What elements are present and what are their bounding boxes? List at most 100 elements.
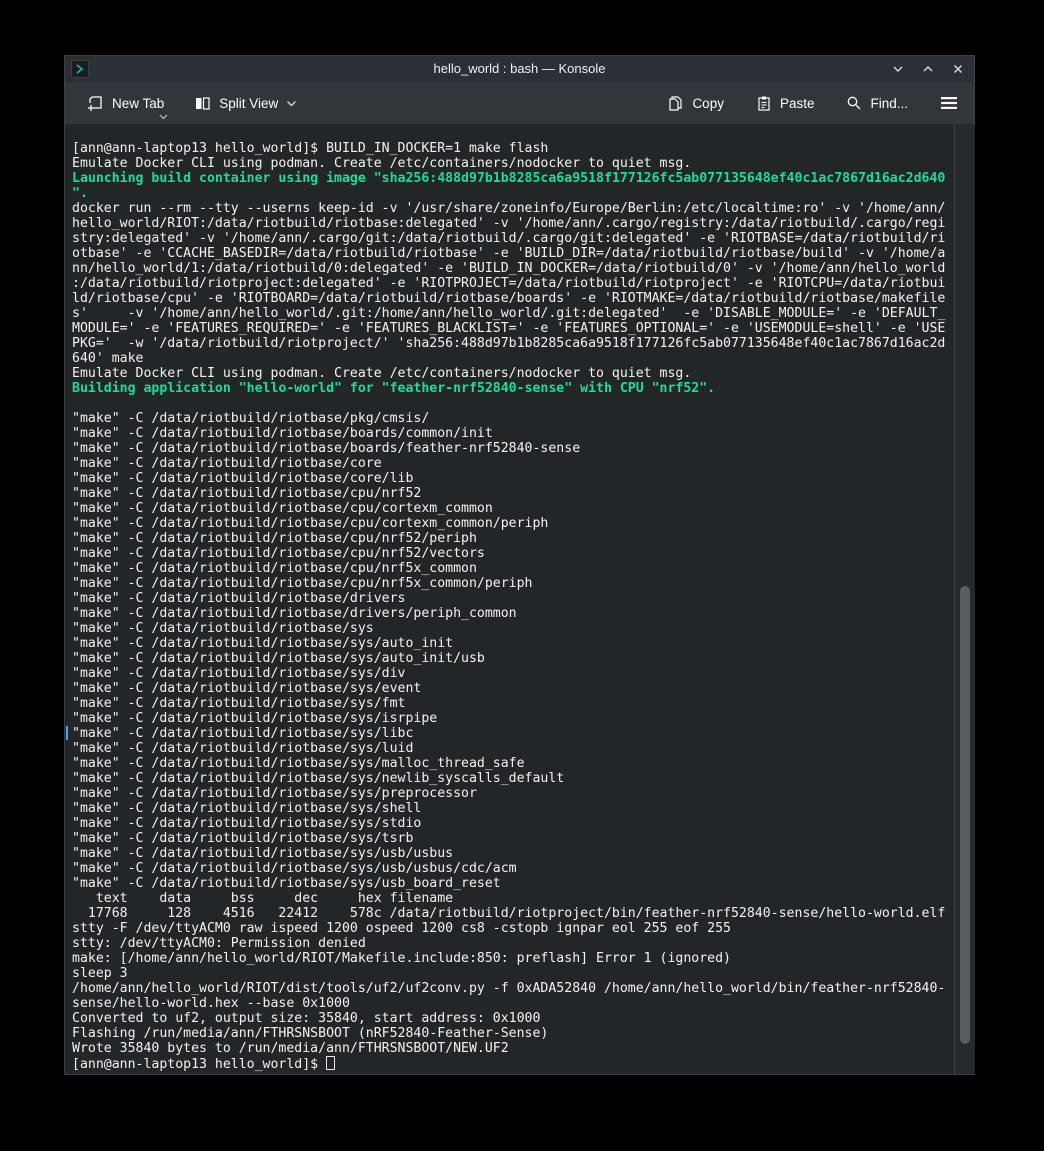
window-controls [890,56,966,82]
terminal-line: "make" -C /data/riotbuild/riotbase/cpu/c… [72,501,954,516]
terminal-line: "make" -C /data/riotbuild/riotbase/sys/t… [72,831,954,846]
terminal-line: "make" -C /data/riotbuild/riotbase/sys/d… [72,666,954,681]
terminal-line: "make" -C /data/riotbuild/riotbase/sys/s… [72,816,954,831]
find-label: Find... [870,96,908,111]
copy-icon [668,95,684,112]
terminal-line: [ann@ann-laptop13 hello_world]$ BUILD_IN… [72,141,954,156]
toolbar-left-group: New Tab Split View [81,89,303,118]
window-title: hello_world : bash — Konsole [65,56,974,82]
toolbar: New Tab Split View [65,82,974,125]
terminal-line: 17768 128 4516 22412 578c /data/riotbuil… [72,906,954,921]
toolbar-right-group: Copy Paste Find... [662,89,964,118]
terminal-line: "make" -C /data/riotbuild/riotbase/sys [72,621,954,636]
konsole-window: hello_world : bash — Konsole [64,55,975,1075]
terminal-line: "make" -C /data/riotbuild/riotbase/cpu/n… [72,546,954,561]
terminal-line: 640' make [72,351,954,366]
terminal-line: /home/ann/hello_world/RIOT/dist/tools/uf… [72,981,954,996]
terminal-line: stty -F /dev/ttyACM0 raw ispeed 1200 osp… [72,921,954,936]
terminal-line: "make" -C /data/riotbuild/riotbase/core/… [72,471,954,486]
minimize-button[interactable] [890,61,906,77]
terminal-line: "make" -C /data/riotbuild/riotbase/board… [72,441,954,456]
terminal-line: "make" -C /data/riotbuild/riotbase/sys/i… [72,711,954,726]
paste-icon [756,95,772,112]
terminal-line: "make" -C /data/riotbuild/riotbase/cpu/n… [72,576,954,591]
terminal-line: stty: /dev/ttyACM0: Permission denied [72,936,954,951]
terminal-line: Emulate Docker CLI using podman. Create … [72,366,954,381]
chevron-down-icon [891,62,905,76]
terminal-line: "make" -C /data/riotbuild/riotbase/sys/a… [72,651,954,666]
terminal-line: "make" -C /data/riotbuild/riotbase/sys/u… [72,876,954,891]
terminal-line: "make" -C /data/riotbuild/riotbase/cpu/n… [72,561,954,576]
terminal-line: "make" -C /data/riotbuild/riotbase/drive… [72,606,954,621]
terminal-line: "make" -C /data/riotbuild/riotbase/cpu/c… [72,516,954,531]
terminal-line: "make" -C /data/riotbuild/riotbase/sys/l… [72,726,954,741]
terminal-line: Emulate Docker CLI using podman. Create … [72,156,954,171]
new-tab-label: New Tab [112,96,164,111]
terminal-line: "make" -C /data/riotbuild/riotbase/sys/u… [72,846,954,861]
terminal-line: nn/hello_world/1:/data/riotbuild/0:deleg… [72,261,954,276]
terminal-line: [ann@ann-laptop13 hello_world]$ [72,1056,954,1071]
terminal-line: "make" -C /data/riotbuild/riotbase/sys/l… [72,741,954,756]
terminal-line: "make" -C /data/riotbuild/riotbase/sys/u… [72,861,954,876]
terminal-line: make: [/home/ann/hello_world/RIOT/Makefi… [72,951,954,966]
terminal-line: Flashing /run/media/ann/FTHRSNSBOOT (nRF… [72,1026,954,1041]
split-view-button[interactable]: Split View [188,89,303,118]
terminal-line: ". [72,186,954,201]
new-tab-dropdown-caret-icon [159,114,168,120]
terminal-output[interactable]: [ann@ann-laptop13 hello_world]$ BUILD_IN… [66,138,954,1087]
terminal-line: "make" -C /data/riotbuild/riotbase/sys/n… [72,771,954,786]
new-tab-button[interactable]: New Tab [81,89,170,118]
search-icon [846,95,862,111]
scrollbar-thumb[interactable] [960,586,970,1044]
terminal-line: "make" -C /data/riotbuild/riotbase/sys/e… [72,681,954,696]
terminal-line: "make" -C /data/riotbuild/riotbase/cpu/n… [72,486,954,501]
terminal-line: ld/riotbase/cpu' -e 'RIOTBOARD=/data/rio… [72,291,954,306]
terminal-line: "make" -C /data/riotbuild/riotbase/sys/f… [72,696,954,711]
terminal-line: "make" -C /data/riotbuild/riotbase/cpu/n… [72,531,954,546]
terminal-line: "make" -C /data/riotbuild/riotbase/pkg/c… [72,411,954,426]
desktop-background: { "window": { "title": "hello_world : ba… [0,0,1044,1151]
terminal-line: s' -v '/home/ann/hello_world/.git:/home/… [72,306,954,321]
copy-label: Copy [692,96,724,111]
terminal-line: "make" -C /data/riotbuild/riotbase/drive… [72,591,954,606]
terminal-line: Converted to uf2, output size: 35840, st… [72,1011,954,1026]
terminal-line: hello_world/RIOT:/data/riotbuild/riotbas… [72,216,954,231]
copy-button[interactable]: Copy [662,89,730,118]
terminal-cursor [326,1056,335,1070]
chevron-up-icon [921,62,935,76]
hamburger-icon [940,96,958,110]
terminal-line: "make" -C /data/riotbuild/riotbase/sys/a… [72,636,954,651]
new-tab-icon [87,95,104,112]
terminal-line: "make" -C /data/riotbuild/riotbase/sys/m… [72,756,954,771]
terminal-line: "make" -C /data/riotbuild/riotbase/sys/s… [72,801,954,816]
terminal-line: PKG=' -w '/data/riotbuild/riotproject/' … [72,336,954,351]
scrollbar[interactable] [954,125,975,1074]
terminal-line: sense/hello-world.hex --base 0x1000 [72,996,954,1011]
terminal-line: docker run --rm --tty --userns keep-id -… [72,201,954,216]
paste-button[interactable]: Paste [750,89,821,118]
close-button[interactable] [950,61,966,77]
terminal-line: Wrote 35840 bytes to /run/media/ann/FTHR… [72,1041,954,1056]
terminal-line: "make" -C /data/riotbuild/riotbase/sys/p… [72,786,954,801]
close-icon [951,62,965,76]
terminal-line [72,396,954,411]
terminal-line: Launching build container using image "s… [72,171,954,186]
terminal-line: sleep 3 [72,966,954,981]
split-view-label: Split View [219,96,278,111]
chevron-down-icon [286,100,297,107]
terminal-line: "make" -C /data/riotbuild/riotbase/board… [72,426,954,441]
terminal-line: :/data/riotbuild/riotproject:delegated' … [72,276,954,291]
terminal-line: "make" -C /data/riotbuild/riotbase/core [72,456,954,471]
terminal-line: MODULE=' -e 'FEATURES_REQUIRED=' -e 'FEA… [72,321,954,336]
terminal-line: stry:delegated' -v '/home/ann/.cargo/git… [72,231,954,246]
terminal-line: text data bss dec hex filename [72,891,954,906]
terminal-area[interactable]: [ann@ann-laptop13 hello_world]$ BUILD_IN… [66,125,975,1074]
paste-label: Paste [780,96,815,111]
terminal-line: otbase' -e 'CCACHE_BASEDIR=/data/riotbui… [72,246,954,261]
titlebar[interactable]: hello_world : bash — Konsole [65,56,974,82]
terminal-line: Building application "hello-world" for "… [72,381,954,396]
menu-button[interactable] [934,90,964,116]
maximize-button[interactable] [920,61,936,77]
split-view-icon [194,95,211,112]
find-button[interactable]: Find... [840,89,914,117]
